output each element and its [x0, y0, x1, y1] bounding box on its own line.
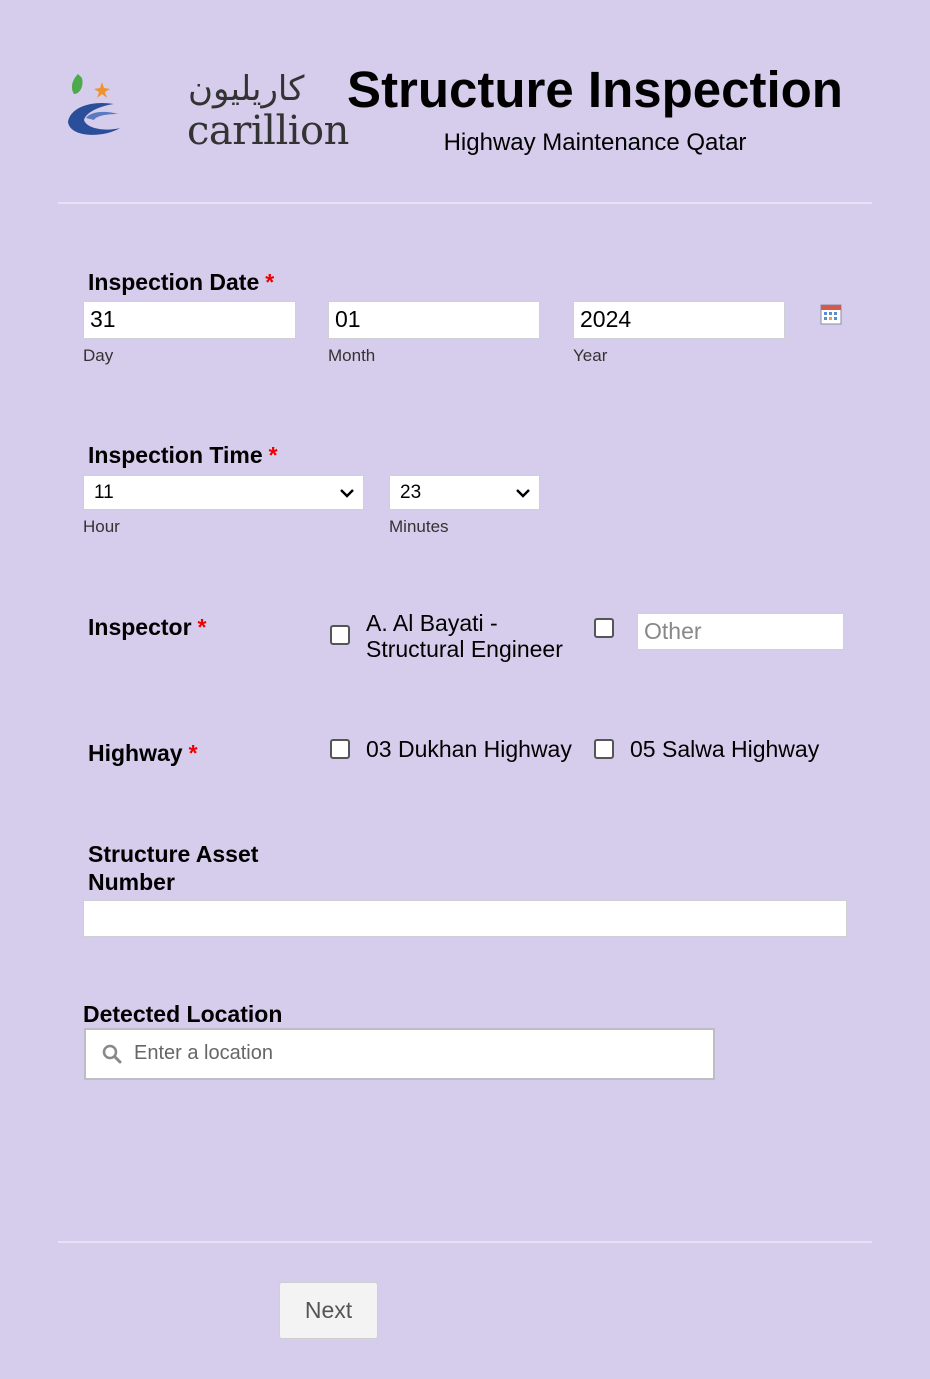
structure-asset-number-label: Structure Asset Number [88, 841, 259, 895]
logo-arabic-text: كاريليون [188, 69, 305, 109]
form-page: كاريليون carillion Structure Inspection … [0, 0, 930, 1379]
minutes-select-value: 23 [400, 482, 422, 503]
logo-mark-icon [68, 74, 120, 135]
minutes-select[interactable]: 23 [389, 475, 540, 510]
highway-option-2-label[interactable]: 05 Salwa Highway [630, 736, 819, 762]
highway-option-1-label[interactable]: 03 Dukhan Highway [366, 736, 572, 762]
chevron-down-icon [340, 489, 354, 498]
month-input[interactable]: 01 [328, 301, 540, 339]
location-search-input[interactable]: Enter a location [84, 1028, 715, 1080]
hour-sublabel: Hour [83, 517, 120, 536]
inspector-other-input[interactable]: Other [637, 613, 844, 650]
footer-divider [58, 1241, 872, 1243]
page-subtitle: Highway Maintenance Qatar [443, 129, 747, 156]
inspection-date-label: Inspection Date * [88, 269, 274, 297]
hour-select[interactable]: 11 [83, 475, 364, 510]
highway-label-text: Highway [88, 740, 183, 766]
inspection-time-label: Inspection Time * [88, 442, 278, 470]
required-mark: * [268, 442, 278, 468]
minutes-sublabel: Minutes [389, 517, 449, 536]
highway-option-1-checkbox[interactable] [330, 739, 350, 759]
required-mark: * [197, 614, 207, 640]
carillion-logo: كاريليون carillion [64, 70, 349, 156]
highway-label: Highway * [88, 740, 198, 768]
location-placeholder: Enter a location [134, 1042, 273, 1064]
year-sublabel: Year [573, 346, 608, 365]
year-input[interactable]: 2024 [573, 301, 785, 339]
highway-option-2-checkbox[interactable] [594, 739, 614, 759]
page-title: Structure Inspection [347, 61, 843, 118]
inspector-option-1-label[interactable]: A. Al Bayati - Structural Engineer [366, 610, 581, 663]
required-mark: * [265, 269, 275, 295]
detected-location-label: Detected Location [83, 1001, 283, 1027]
structure-asset-number-input[interactable] [83, 900, 847, 937]
calendar-icon[interactable] [820, 303, 842, 325]
chevron-down-icon [516, 489, 530, 498]
day-sublabel: Day [83, 346, 114, 365]
inspector-label: Inspector * [88, 614, 206, 642]
day-input[interactable]: 31 [83, 301, 296, 339]
search-icon [102, 1044, 122, 1064]
inspector-option-1-checkbox[interactable] [330, 625, 350, 645]
required-mark: * [188, 740, 198, 766]
next-button[interactable]: Next [279, 1282, 378, 1339]
header-divider [58, 202, 872, 204]
inspection-date-label-text: Inspection Date [88, 269, 260, 295]
month-sublabel: Month [328, 346, 376, 365]
inspection-time-label-text: Inspection Time [88, 442, 263, 468]
hour-select-value: 11 [94, 482, 114, 503]
inspector-other-checkbox[interactable] [594, 618, 614, 638]
inspector-label-text: Inspector [88, 614, 192, 640]
